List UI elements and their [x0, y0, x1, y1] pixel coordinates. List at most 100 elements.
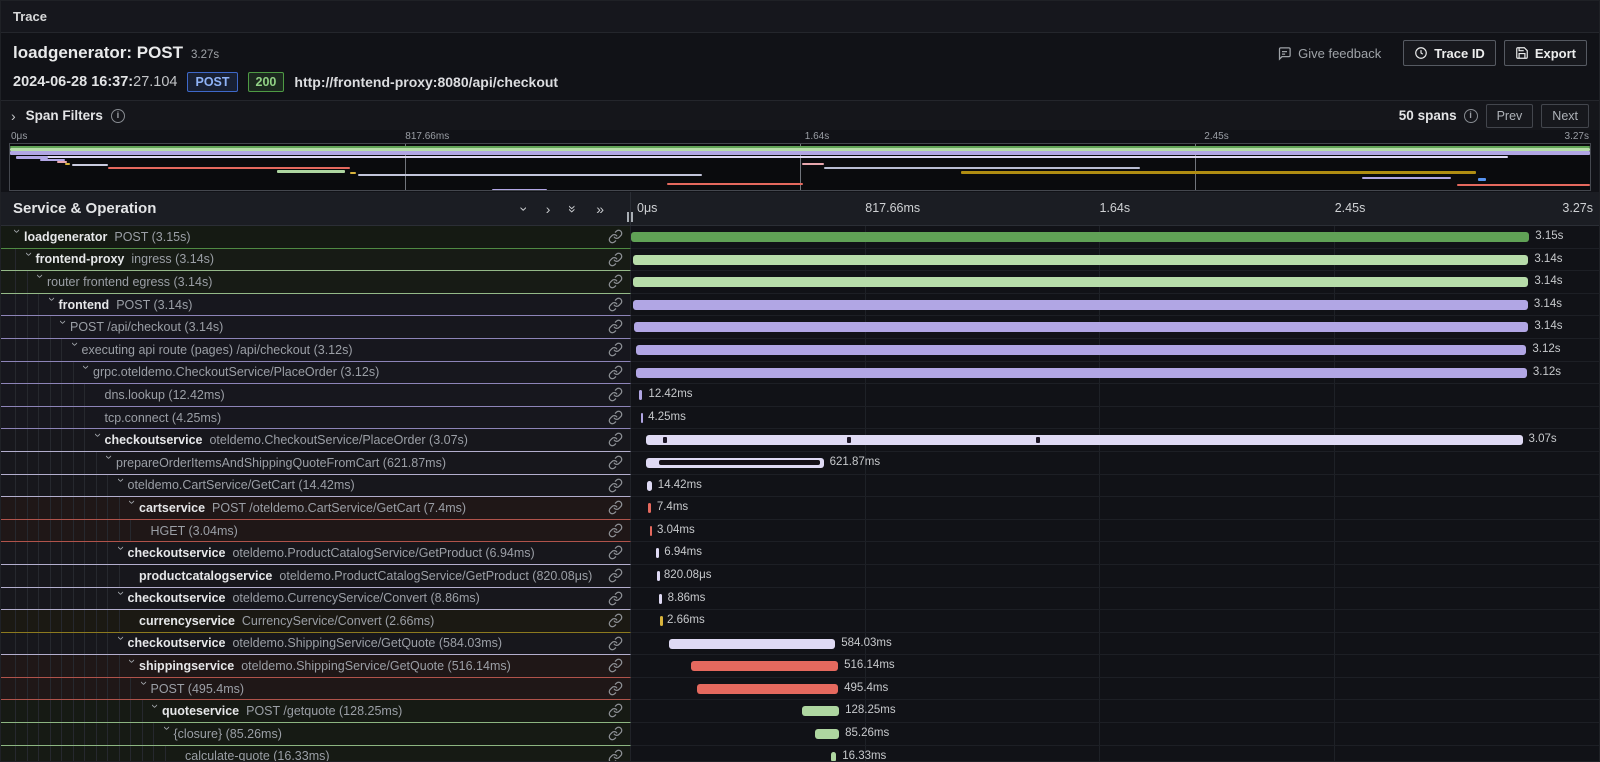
chevron-down-icon[interactable]: ›	[68, 342, 83, 355]
span-row[interactable]: ›checkoutserviceoteldemo.CurrencyService…	[1, 588, 1599, 611]
span-row[interactable]: ›shippingserviceoteldemo.ShippingService…	[1, 655, 1599, 678]
span-row[interactable]: ›loadgeneratorPOST (3.15s)3.15s	[1, 226, 1599, 249]
span-bar[interactable]	[831, 752, 836, 761]
span-row[interactable]: ›frontend-proxyingress (3.14s)3.14s	[1, 249, 1599, 272]
span-link-icon[interactable]	[608, 545, 623, 565]
span-link-icon[interactable]	[608, 726, 623, 746]
chevron-down-icon[interactable]: ›	[33, 274, 48, 287]
span-bar[interactable]	[639, 390, 643, 400]
span-link-icon[interactable]	[608, 613, 623, 633]
span-row[interactable]: ›oteldemo.CartService/GetCart (14.42ms)1…	[1, 475, 1599, 498]
span-bar[interactable]	[631, 232, 1529, 242]
span-row[interactable]: ›router frontend egress (3.14s)3.14s	[1, 271, 1599, 294]
span-bar[interactable]	[656, 548, 659, 558]
span-bar[interactable]	[657, 571, 660, 581]
span-bar[interactable]	[646, 435, 1523, 445]
span-link-icon[interactable]	[608, 500, 623, 520]
span-bar[interactable]	[691, 661, 838, 671]
span-bar[interactable]	[802, 706, 839, 716]
span-link-icon[interactable]	[608, 387, 623, 407]
span-bar[interactable]	[646, 458, 823, 468]
collapse-one-icon[interactable]: ›	[519, 206, 529, 211]
export-button[interactable]: Export	[1504, 40, 1587, 66]
span-bar[interactable]	[647, 481, 651, 491]
span-row[interactable]: currencyserviceCurrencyService/Convert (…	[1, 610, 1599, 633]
chevron-down-icon[interactable]: ›	[125, 500, 140, 513]
span-link-icon[interactable]	[608, 523, 623, 543]
span-bar[interactable]	[659, 594, 662, 604]
info-icon[interactable]: i	[1464, 109, 1478, 123]
span-row[interactable]: dns.lookup (12.42ms)12.42ms	[1, 384, 1599, 407]
span-bar[interactable]	[650, 526, 653, 536]
chevron-down-icon[interactable]: ›	[79, 365, 94, 378]
expand-all-icon[interactable]: »	[596, 204, 604, 214]
span-row[interactable]: ›cartservicePOST /oteldemo.CartService/G…	[1, 497, 1599, 520]
span-link-icon[interactable]	[608, 591, 623, 611]
span-link-icon[interactable]	[608, 410, 623, 430]
collapse-all-icon[interactable]: »	[568, 205, 578, 213]
span-bar[interactable]	[669, 639, 835, 649]
chevron-down-icon[interactable]: ›	[125, 659, 140, 672]
span-link-icon[interactable]	[608, 568, 623, 588]
span-link-icon[interactable]	[608, 252, 623, 272]
chevron-down-icon[interactable]: ›	[91, 433, 106, 446]
expand-one-icon[interactable]: ›	[546, 204, 551, 214]
span-row[interactable]: ›prepareOrderItemsAndShippingQuoteFromCa…	[1, 452, 1599, 475]
chevron-down-icon[interactable]: ›	[45, 297, 60, 310]
minimap-canvas[interactable]	[9, 143, 1591, 191]
span-link-icon[interactable]	[608, 658, 623, 678]
span-bar[interactable]	[697, 684, 838, 694]
span-bar[interactable]	[636, 368, 1527, 378]
span-row[interactable]: HGET (3.04ms)3.04ms	[1, 520, 1599, 543]
prev-button[interactable]: Prev	[1486, 104, 1534, 128]
span-bar[interactable]	[648, 503, 651, 513]
span-link-icon[interactable]	[608, 297, 623, 317]
span-link-icon[interactable]	[608, 455, 623, 475]
span-bar[interactable]	[633, 255, 1528, 265]
span-bar[interactable]	[815, 729, 839, 739]
span-row[interactable]: ›{closure} (85.26ms)85.26ms	[1, 723, 1599, 746]
span-link-icon[interactable]	[608, 478, 623, 498]
span-row[interactable]: ›checkoutserviceoteldemo.ShippingService…	[1, 633, 1599, 656]
span-bar[interactable]	[636, 345, 1527, 355]
span-link-icon[interactable]	[608, 636, 623, 656]
give-feedback-button[interactable]: Give feedback	[1277, 46, 1381, 61]
span-link-icon[interactable]	[608, 703, 623, 723]
span-row[interactable]: ›frontendPOST (3.14s)3.14s	[1, 294, 1599, 317]
span-row[interactable]: ›checkoutserviceoteldemo.ProductCatalogS…	[1, 542, 1599, 565]
span-link-icon[interactable]	[608, 274, 623, 294]
span-link-icon[interactable]	[608, 319, 623, 339]
span-link-icon[interactable]	[608, 432, 623, 452]
span-filters-toggle[interactable]: Span Filters	[26, 108, 103, 123]
chevron-down-icon[interactable]: ›	[114, 636, 129, 649]
chevron-down-icon[interactable]: ›	[114, 478, 129, 491]
span-link-icon[interactable]	[608, 365, 623, 385]
span-link-icon[interactable]	[608, 749, 623, 761]
span-bar[interactable]	[641, 413, 644, 423]
chevron-down-icon[interactable]: ›	[56, 320, 71, 333]
span-link-icon[interactable]	[608, 342, 623, 362]
span-row[interactable]: ›POST /api/checkout (3.14s)3.14s	[1, 316, 1599, 339]
info-icon[interactable]: i	[111, 109, 125, 123]
chevron-down-icon[interactable]: ›	[114, 546, 129, 559]
trace-id-button[interactable]: Trace ID	[1403, 40, 1496, 66]
chevron-down-icon[interactable]: ›	[137, 681, 152, 694]
span-link-icon[interactable]	[608, 229, 623, 249]
span-bar[interactable]	[633, 277, 1528, 287]
span-row[interactable]: ›executing api route (pages) /api/checko…	[1, 339, 1599, 362]
span-bar[interactable]	[660, 616, 663, 626]
span-row[interactable]: ›grpc.oteldemo.CheckoutService/PlaceOrde…	[1, 362, 1599, 385]
chevron-down-icon[interactable]: ›	[160, 726, 175, 739]
chevron-down-icon[interactable]: ›	[114, 591, 129, 604]
chevron-right-icon[interactable]: ›	[11, 111, 16, 121]
span-row[interactable]: ›POST (495.4ms)495.4ms	[1, 678, 1599, 701]
span-row[interactable]: ›checkoutserviceoteldemo.CheckoutService…	[1, 429, 1599, 452]
span-row[interactable]: ›quoteservicePOST /getquote (128.25ms)12…	[1, 700, 1599, 723]
span-bar[interactable]	[633, 300, 1527, 310]
span-bar[interactable]	[634, 322, 1528, 332]
span-row[interactable]: calculate-quote (16.33ms)16.33ms	[1, 746, 1599, 761]
chevron-down-icon[interactable]: ›	[22, 252, 37, 265]
span-link-icon[interactable]	[608, 681, 623, 701]
span-row[interactable]: tcp.connect (4.25ms)4.25ms	[1, 407, 1599, 430]
next-button[interactable]: Next	[1541, 104, 1589, 128]
